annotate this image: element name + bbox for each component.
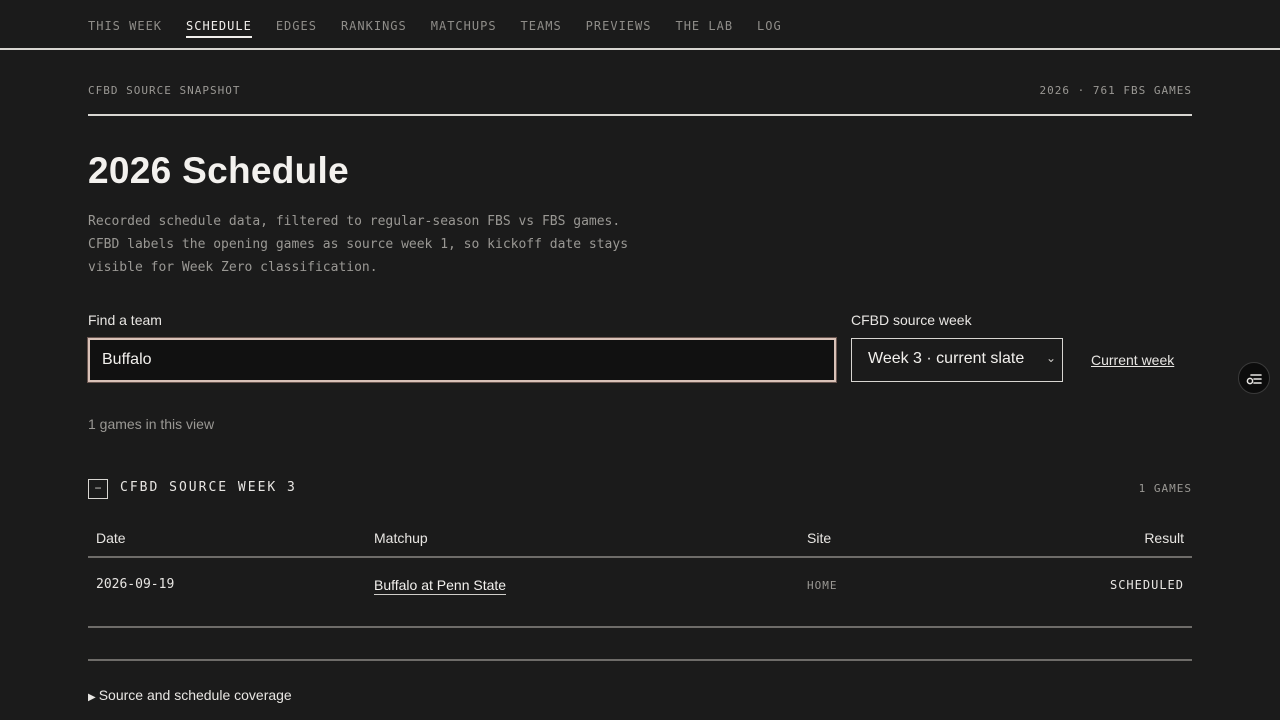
collapse-group-button[interactable]: −: [88, 479, 108, 499]
week-select-label: CFBD source week: [851, 312, 972, 328]
nav-list: THIS WEEK SCHEDULE EDGES RANKINGS MATCHU…: [88, 19, 806, 38]
settings-filter-button[interactable]: [1238, 362, 1270, 394]
settings-filter-icon: [1246, 374, 1262, 385]
games-count: 1 games in this view: [88, 416, 215, 432]
snapshot-label: CFBD SOURCE SNAPSHOT: [88, 84, 241, 97]
week-select-value: Week 3 · current slate: [868, 350, 1025, 367]
page-title: 2026 Schedule: [88, 150, 349, 191]
nav-teams[interactable]: TEAMS: [521, 19, 562, 38]
row-matchup-link[interactable]: Buffalo at Penn State: [374, 577, 507, 595]
nav-this-week[interactable]: THIS WEEK: [88, 19, 162, 38]
nav-matchups[interactable]: MATCHUPS: [431, 19, 497, 38]
week-group-count: 1 GAMES: [1138, 482, 1192, 495]
week-group-header: − CFBD SOURCE WEEK 3 1 GAMES: [88, 478, 1192, 500]
week-group-title: CFBD SOURCE WEEK 3: [120, 480, 297, 495]
top-nav: THIS WEEK SCHEDULE EDGES RANKINGS MATCHU…: [0, 0, 1280, 50]
row-result: SCHEDULED: [1109, 578, 1184, 592]
nav-the-lab[interactable]: THE LAB: [675, 19, 733, 38]
nav-log[interactable]: LOG: [757, 19, 782, 38]
snapshot-header: CFBD SOURCE SNAPSHOT 2026 · 761 FBS GAME…: [88, 84, 1192, 116]
header-site: Site: [807, 530, 832, 546]
schedule-table-header: Date Matchup Site Result: [88, 520, 1192, 558]
chevron-down-icon: ⌄: [1045, 351, 1056, 365]
header-date: Date: [96, 530, 126, 546]
nav-previews[interactable]: PREVIEWS: [586, 19, 652, 38]
header-result: Result: [1144, 530, 1184, 546]
current-week-link[interactable]: Current week: [1091, 352, 1174, 368]
header-matchup: Matchup: [374, 530, 428, 546]
row-date: 2026-09-19: [96, 577, 175, 592]
coverage-disclosure[interactable]: ▶ Source and schedule coverage: [88, 659, 1192, 703]
table-row: 2026-09-19 Buffalo at Penn State HOME SC…: [88, 558, 1192, 628]
snapshot-meta: 2026 · 761 FBS GAMES: [1039, 84, 1192, 97]
nav-rankings[interactable]: RANKINGS: [341, 19, 407, 38]
disclosure-triangle-icon: ▶: [88, 692, 96, 703]
row-site: HOME: [807, 579, 838, 592]
coverage-label: Source and schedule coverage: [98, 687, 292, 703]
team-search-input[interactable]: [87, 337, 837, 383]
nav-edges[interactable]: EDGES: [276, 19, 317, 38]
week-select[interactable]: Week 3 · current slate ⌄: [851, 338, 1063, 382]
nav-schedule[interactable]: SCHEDULE: [186, 19, 252, 38]
team-search-label: Find a team: [88, 312, 162, 328]
page-description: Recorded schedule data, filtered to regu…: [88, 214, 629, 275]
